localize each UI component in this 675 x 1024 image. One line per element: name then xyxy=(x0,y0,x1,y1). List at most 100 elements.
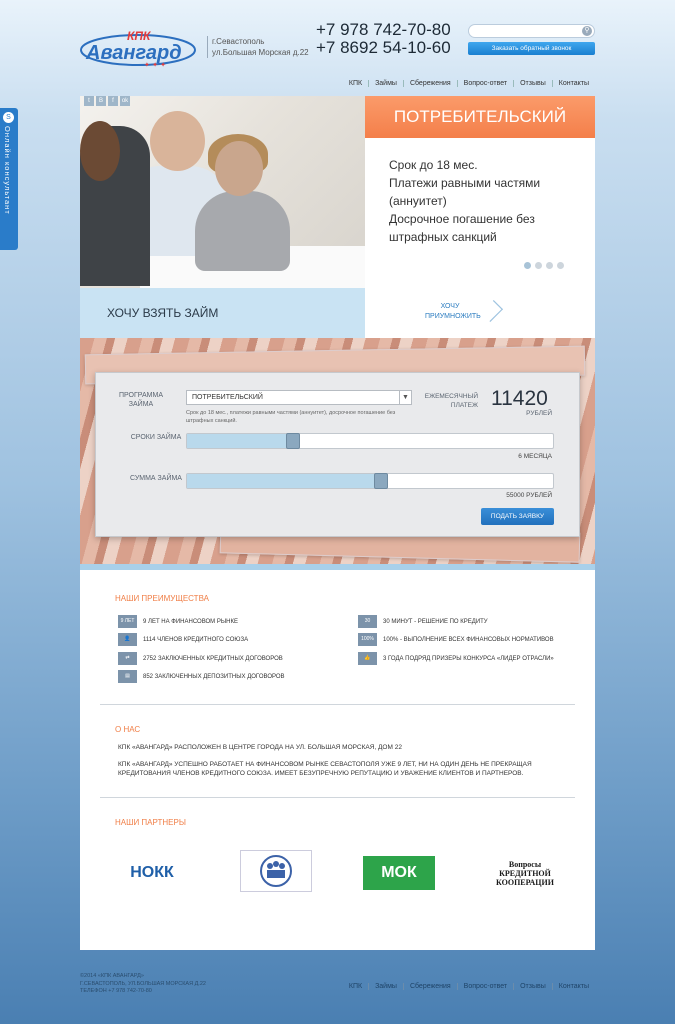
online-consultant-tab[interactable]: S Онлайн консультант xyxy=(0,108,18,250)
address-street: ул.Большая Морская д.22 xyxy=(212,48,309,57)
product-title: ПОТРЕБИТЕЛЬСКИЙ xyxy=(365,96,595,138)
deposit-icon: ▤ xyxy=(118,670,137,683)
advantage-text: 852 ЗАКЛЮЧЕННЫХ ДЕПОЗИТНЫХ ДОГОВОРОВ xyxy=(143,673,285,680)
program-select-value: ПОТРЕБИТЕЛЬСКИЙ xyxy=(192,394,263,401)
advantage-item: 👍 3 ГОДА ПОДРЯД ПРИЗЕРЫ КОНКУРСА «ЛИДЕР … xyxy=(358,652,554,665)
footer-nav-item[interactable]: Займы xyxy=(368,983,403,990)
about-line: КРЕДИТОВАНИЯ ЧЛЕНОВ КРЕДИТНОГО СОЮЗА. ИМ… xyxy=(118,770,524,777)
hero-photo: t В f ok xyxy=(80,96,365,288)
divider xyxy=(100,704,575,705)
advantage-item: 👤 1114 ЧЛЕНОВ КРЕДИТНОГО СОЮЗА xyxy=(118,633,248,646)
footer-nav-item[interactable]: Контакты xyxy=(551,983,595,990)
program-description: Срок до 18 мес., платежи равными частями… xyxy=(186,410,396,424)
slider-dot[interactable] xyxy=(557,262,564,269)
advantage-item: ⇄ 2752 ЗАКЛЮЧЕННЫХ КРЕДИТНЫХ ДОГОВОРОВ xyxy=(118,652,283,665)
term-slider-fill xyxy=(187,434,294,448)
invest-button[interactable]: ХОЧУ ПРИУМНОЖИТЬ xyxy=(365,288,595,338)
advantages-title: НАШИ ПРЕИМУЩЕСТВА xyxy=(115,594,209,603)
address-city: г.Севастополь xyxy=(212,37,265,46)
logo-top-text: КПК xyxy=(127,29,152,43)
about-line: КПК «АВАНГАРД» РАСПОЛОЖЕН В ЦЕНТРЕ ГОРОД… xyxy=(118,744,402,751)
partner-logo-nokk[interactable]: НОКК xyxy=(117,852,187,894)
nav-item-loans[interactable]: Займы xyxy=(368,80,403,87)
nav-item-faq[interactable]: Вопрос-ответ xyxy=(456,80,513,87)
slider-dots xyxy=(524,262,564,269)
sum-value: 55000 РУБЛЕЙ xyxy=(506,492,552,499)
footer-copy-line: ©2014 «КПК АВАНГАРД» xyxy=(80,973,144,979)
logo-main-text: Авангард xyxy=(85,42,182,64)
sum-slider-handle[interactable] xyxy=(373,473,388,489)
logo[interactable]: КПК Авангард ✦ ✦ ✦ xyxy=(80,28,200,69)
people-emblem-icon xyxy=(260,855,292,887)
phone-2[interactable]: +7 8692 54-10-60 xyxy=(316,39,451,57)
twitter-icon[interactable]: t xyxy=(84,96,94,106)
handshake-icon: ⇄ xyxy=(118,652,137,665)
slider-dot[interactable] xyxy=(535,262,542,269)
term-value: 6 МЕСЯЦА xyxy=(518,453,552,460)
partner-logo-mok[interactable]: МОК xyxy=(363,856,435,890)
advantage-item: 30 30 МИНУТ - РЕШЕНИЕ ПО КРЕДИТУ xyxy=(358,615,488,628)
search-icon[interactable]: ⚲ xyxy=(582,26,592,36)
partner-name: НОКК xyxy=(130,864,174,881)
partner-name: Вопросы КРЕДИТНОЙ КООПЕРАЦИИ xyxy=(496,859,554,887)
advantage-item: ▤ 852 ЗАКЛЮЧЕННЫХ ДЕПОЗИТНЫХ ДОГОВОРОВ xyxy=(118,670,285,683)
callback-button[interactable]: Заказать обратный звонок xyxy=(468,42,595,55)
footer-nav-item[interactable]: КПК xyxy=(343,983,368,990)
product-desc-line: Срок до 18 мес. xyxy=(389,158,478,172)
social-links: t В f ok xyxy=(84,96,130,106)
take-loan-button[interactable]: ХОЧУ ВЗЯТЬ ЗАЙМ xyxy=(80,288,365,338)
members-icon: 👤 xyxy=(118,633,137,646)
product-desc-line: (аннуитет) xyxy=(389,194,447,208)
advantage-text: 100% - ВЫПОЛНЕНИЕ ВСЕХ ФИНАНСОВЫХ НОРМАТ… xyxy=(383,636,554,643)
nav-item-kpk[interactable]: КПК xyxy=(343,80,368,87)
search-input[interactable]: ⚲ xyxy=(468,24,595,38)
term-slider[interactable] xyxy=(186,433,554,449)
program-select[interactable]: ПОТРЕБИТЕЛЬСКИЙ ▼ xyxy=(186,390,412,405)
product-desc-line: Досрочное погашение без xyxy=(389,212,535,226)
partner-logo-journal[interactable]: Вопросы КРЕДИТНОЙ КООПЕРАЦИИ xyxy=(485,852,565,894)
phone-1[interactable]: +7 978 742-70-80 xyxy=(316,21,451,39)
slider-dot[interactable] xyxy=(524,262,531,269)
nav-item-reviews[interactable]: Отзывы xyxy=(513,80,552,87)
nav-item-savings[interactable]: Сбережения xyxy=(402,80,457,87)
dropdown-arrow-icon: ▼ xyxy=(399,391,411,404)
footer-nav-item[interactable]: Отзывы xyxy=(513,983,552,990)
product-description: Срок до 18 мес. Платежи равными частями … xyxy=(389,156,569,246)
odnoklassniki-icon[interactable]: ok xyxy=(120,96,130,106)
advantage-text: 3 ГОДА ПОДРЯД ПРИЗЕРЫ КОНКУРСА «ЛИДЕР ОТ… xyxy=(383,655,554,662)
footer-nav-item[interactable]: Вопрос-ответ xyxy=(456,983,513,990)
footer-copy-line: ТЕЛЕФОН +7 978 742-70-80 xyxy=(80,988,152,994)
footer-nav-item[interactable]: Сбережения xyxy=(402,983,457,990)
advantage-text: 1114 ЧЛЕНОВ КРЕДИТНОГО СОЮЗА xyxy=(143,636,249,643)
about-title: О НАС xyxy=(115,725,141,734)
address: г.Севастополь ул.Большая Морская д.22 xyxy=(207,36,309,58)
vk-icon[interactable]: В xyxy=(96,96,106,106)
advantage-text: 2752 ЗАКЛЮЧЕННЫХ КРЕДИТНЫХ ДОГОВОРОВ xyxy=(143,655,283,662)
sum-label: СУММА ЗАЙМА xyxy=(130,475,182,482)
advantage-item: 9 ЛЕТ 9 ЛЕТ НА ФИНАНСОВОМ РЫНКЕ xyxy=(118,615,238,628)
invest-label: ХОЧУ ПРИУМНОЖИТЬ xyxy=(425,303,481,320)
footer-copy-line: Г.СЕВАСТОПОЛЬ, УЛ.БОЛЬШАЯ МОРСКАЯ Д.22 xyxy=(80,980,206,987)
partners-title: НАШИ ПАРТНЕРЫ xyxy=(115,818,186,827)
divider xyxy=(100,797,575,798)
product-desc-line: Платежи равными частями xyxy=(389,176,541,190)
term-label: СРОКИ ЗАЙМА xyxy=(130,434,182,441)
term-slider-handle[interactable] xyxy=(286,433,301,449)
nav-item-contacts[interactable]: Контакты xyxy=(551,80,595,87)
online-consultant-label: Онлайн консультант xyxy=(3,126,12,215)
advantage-item: 100% 100% - ВЫПОЛНЕНИЕ ВСЕХ ФИНАНСОВЫХ Н… xyxy=(358,633,554,646)
thumbs-up-icon: 👍 xyxy=(358,652,377,665)
hero-slider: t В f ok ПОТРЕБИТЕЛЬСКИЙ Срок до 18 мес.… xyxy=(80,96,595,338)
partner-name: МОК xyxy=(381,864,417,881)
sum-slider-fill xyxy=(187,474,381,488)
footer-nav: КПК Займы Сбережения Вопрос-ответ Отзывы… xyxy=(343,983,595,990)
facebook-icon[interactable]: f xyxy=(108,96,118,106)
about-line: КПК «АВАНГАРД» УСПЕШНО РАБОТАЕТ НА ФИНАН… xyxy=(118,761,532,768)
years-icon: 9 ЛЕТ xyxy=(118,615,137,628)
advantage-text: 9 ЛЕТ НА ФИНАНСОВОМ РЫНКЕ xyxy=(143,618,238,625)
svg-text:✦ ✦ ✦: ✦ ✦ ✦ xyxy=(144,61,166,68)
sum-slider[interactable] xyxy=(186,473,554,489)
slider-dot[interactable] xyxy=(546,262,553,269)
partner-logo-association[interactable] xyxy=(240,850,312,892)
apply-button[interactable]: ПОДАТЬ ЗАЯВКУ xyxy=(481,508,554,525)
